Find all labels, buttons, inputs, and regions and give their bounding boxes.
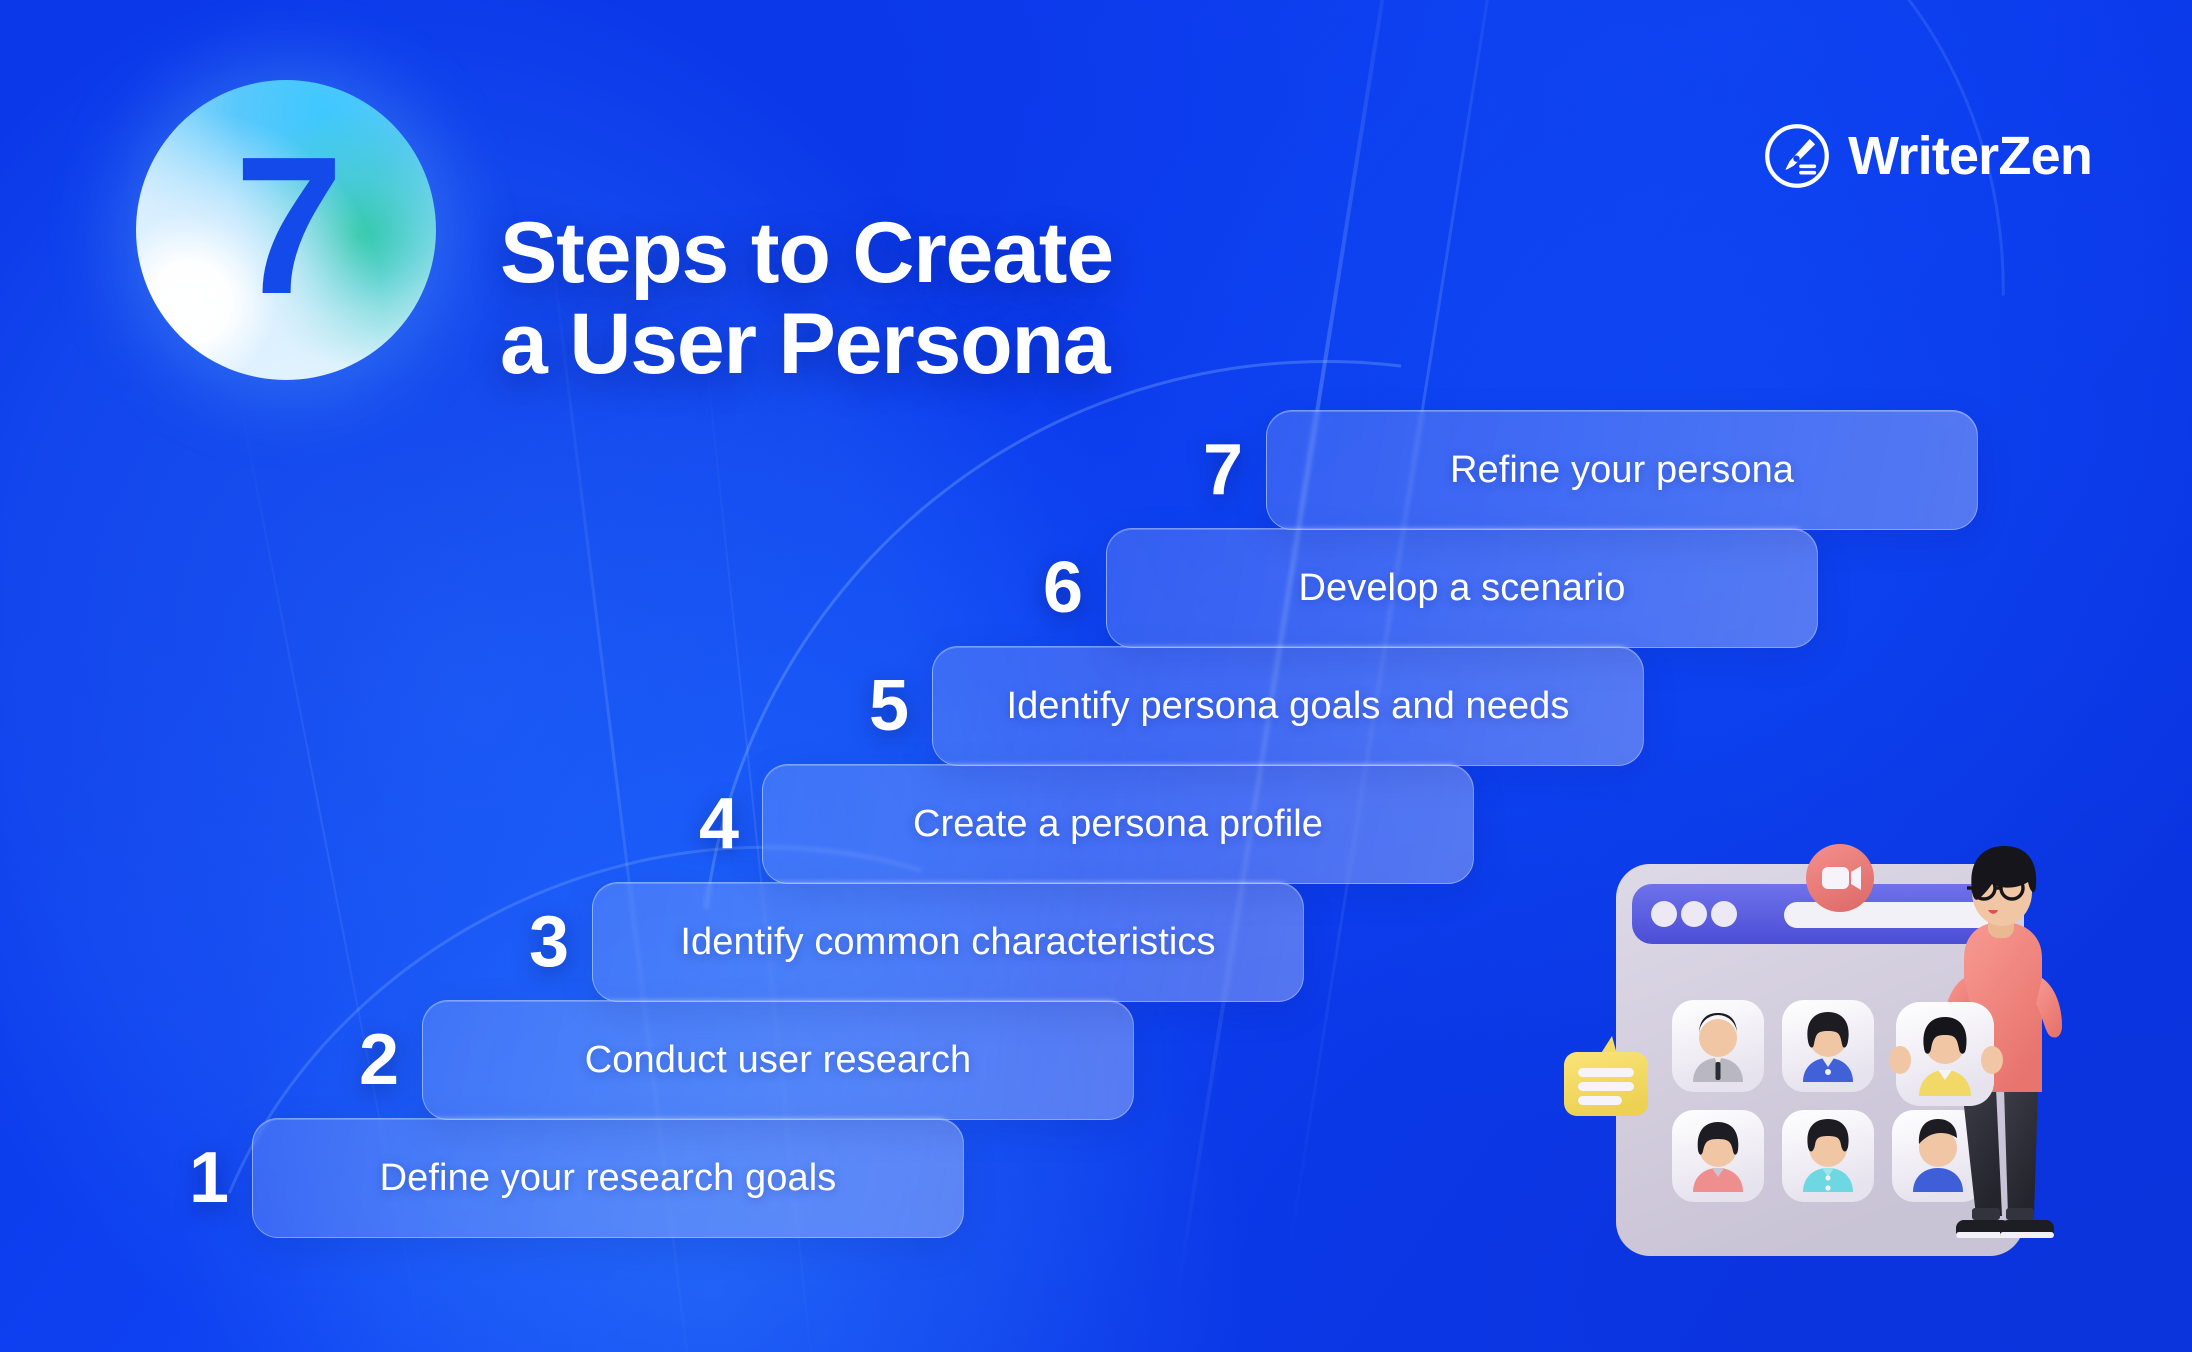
- step-label: Identify common characteristics: [680, 920, 1216, 963]
- persona-avatar-card: [1672, 1110, 1764, 1202]
- step-bar[interactable]: Conduct user research: [422, 1000, 1134, 1120]
- step-label: Develop a scenario: [1298, 566, 1626, 609]
- step-item-4[interactable]: 4 Create a persona profile: [676, 764, 1474, 884]
- step-number: 4: [698, 784, 740, 864]
- step-item-2[interactable]: 2 Conduct user research: [336, 1000, 1134, 1120]
- step-item-7[interactable]: 7 Refine your persona: [1180, 410, 1978, 530]
- step-label: Define your research goals: [379, 1156, 837, 1199]
- persona-avatar-card: [1782, 1110, 1874, 1202]
- step-number: 6: [1042, 548, 1084, 628]
- step-label: Create a persona profile: [912, 802, 1324, 845]
- step-label: Refine your persona: [1449, 448, 1795, 491]
- step-label: Identify persona goals and needs: [1006, 684, 1570, 727]
- step-label: Conduct user research: [584, 1038, 972, 1081]
- step-item-1[interactable]: 1 Define your research goals: [166, 1118, 964, 1238]
- step-number: 7: [1202, 430, 1244, 510]
- step-item-3[interactable]: 3 Identify common characteristics: [506, 882, 1304, 1002]
- step-bar[interactable]: Develop a scenario: [1106, 528, 1818, 648]
- step-number: 1: [188, 1138, 230, 1218]
- video-call-badge-icon: [1806, 844, 1874, 912]
- step-bar[interactable]: Identify common characteristics: [592, 882, 1304, 1002]
- step-item-5[interactable]: 5 Identify persona goals and needs: [846, 646, 1644, 766]
- persona-avatar-card: [1782, 1000, 1874, 1092]
- step-item-6[interactable]: 6 Develop a scenario: [1020, 528, 1818, 648]
- persona-avatar-card: [1672, 1000, 1764, 1092]
- step-number: 5: [868, 666, 910, 746]
- user-persona-board-illustration: [1560, 838, 2120, 1278]
- step-bar[interactable]: Refine your persona: [1266, 410, 1978, 530]
- step-bar[interactable]: Define your research goals: [252, 1118, 964, 1238]
- step-number: 2: [358, 1020, 400, 1100]
- step-bar[interactable]: Identify persona goals and needs: [932, 646, 1644, 766]
- infographic-canvas: 7 Steps to Create a User Persona WriterZ…: [0, 0, 2192, 1352]
- step-number: 3: [528, 902, 570, 982]
- step-bar[interactable]: Create a persona profile: [762, 764, 1474, 884]
